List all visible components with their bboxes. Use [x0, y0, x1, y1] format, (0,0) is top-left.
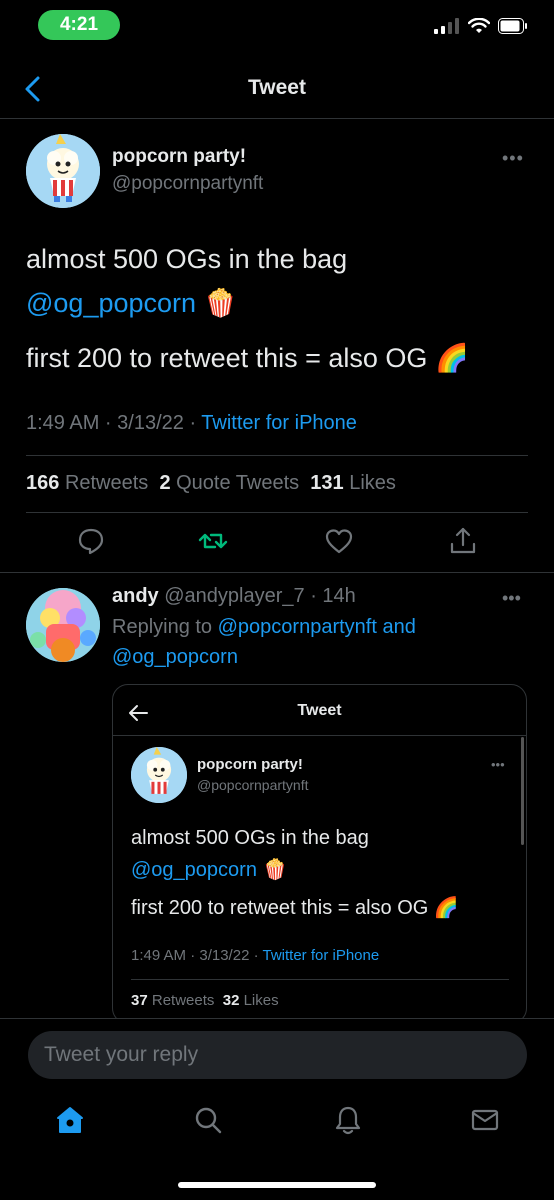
- tweet-divider: [0, 572, 554, 573]
- embed-text-line2: @og_popcorn 🍿: [131, 857, 287, 882]
- author-handle[interactable]: @popcornpartynft: [112, 173, 263, 195]
- replying-and: and: [376, 616, 416, 638]
- popcorn-emoji: 🍿: [262, 857, 288, 881]
- home-icon[interactable]: [54, 1104, 86, 1136]
- mention-link[interactable]: @og_popcorn: [26, 288, 196, 318]
- quotes-stat[interactable]: 2 Quote Tweets: [159, 472, 299, 494]
- wifi-icon: [468, 18, 490, 33]
- tweet-timestamp: 1:49 AM · 3/13/22 · Twitter for iPhone: [26, 412, 357, 435]
- embed-text-line1: almost 500 OGs in the bag: [131, 827, 369, 849]
- embed-mention: @og_popcorn: [131, 859, 257, 881]
- embed-stats-divider: [131, 979, 509, 980]
- popcorn-mascot-icon: [131, 747, 187, 803]
- embed-text-line3: first 200 to retweet this = also OG 🌈: [131, 895, 459, 920]
- replying-user-link[interactable]: @popcornpartynft: [218, 616, 377, 638]
- author-name[interactable]: popcorn party!: [112, 146, 246, 168]
- bell-icon[interactable]: [332, 1104, 364, 1136]
- avatar[interactable]: [26, 134, 100, 208]
- reply-author-name[interactable]: andy: [112, 585, 159, 607]
- retweets-count: 166: [26, 472, 60, 494]
- embed-text-line3-text: first 200 to retweet this = also OG: [131, 897, 429, 919]
- home-indicator: [178, 1182, 376, 1188]
- embed-title: Tweet: [297, 702, 342, 719]
- stats-divider-top: [26, 455, 528, 456]
- replying-to: Replying to @popcornpartynft and: [112, 616, 416, 639]
- quotes-count: 2: [159, 472, 171, 494]
- embed-source: Twitter for iPhone: [262, 947, 380, 964]
- quotes-label: Quote Tweets: [176, 472, 300, 494]
- tweet-actions: [0, 524, 554, 562]
- retweet-icon[interactable]: [196, 524, 230, 558]
- reply-input[interactable]: [28, 1031, 527, 1079]
- retweets-label: Retweets: [64, 472, 149, 494]
- tweet-text-line3: first 200 to retweet this = also OG 🌈: [26, 342, 469, 374]
- avatar[interactable]: [26, 588, 100, 662]
- status-time: 4:21: [38, 10, 120, 40]
- likes-label: Likes: [349, 472, 396, 494]
- tweet-text-line3-text: first 200 to retweet this = also OG: [26, 343, 428, 373]
- cellular-signal-icon: [434, 18, 459, 34]
- embed-divider: [113, 735, 526, 736]
- rainbow-emoji: 🌈: [434, 343, 469, 374]
- reply-handle-time[interactable]: @andyplayer_7 · 14h: [164, 585, 356, 607]
- embedded-screenshot[interactable]: Tweet popcorn party! @popcornpartynft ••…: [112, 684, 527, 1024]
- tweet-text-line1: almost 500 OGs in the bag: [26, 244, 348, 274]
- likes-count: 131: [310, 472, 344, 494]
- embed-likes-label: Likes: [243, 992, 279, 1009]
- embed-time: 1:49 AM · 3/13/22 ·: [131, 947, 263, 964]
- nav-divider: [0, 118, 554, 119]
- rainbow-emoji: 🌈: [433, 895, 459, 919]
- search-icon[interactable]: [192, 1104, 224, 1136]
- heart-icon[interactable]: [322, 524, 356, 558]
- more-horizontal-icon[interactable]: •••: [502, 148, 524, 169]
- embed-stats: 37 Retweets 32 Likes: [131, 992, 279, 1009]
- embed-retweets-count: 37: [131, 992, 148, 1009]
- retweets-stat[interactable]: 166 Retweets: [26, 472, 148, 494]
- embed-likes-count: 32: [222, 992, 240, 1009]
- avatar: [131, 747, 187, 803]
- replying-user-link[interactable]: @og_popcorn: [112, 646, 238, 669]
- more-horizontal-icon: •••: [491, 757, 505, 772]
- more-horizontal-icon[interactable]: •••: [502, 588, 521, 609]
- tweet-text-line2: @og_popcorn 🍿: [26, 287, 237, 319]
- page-title: Tweet: [248, 76, 306, 99]
- tweet-stats: 166 Retweets 2 Quote Tweets 131 Likes: [26, 472, 396, 495]
- tweet-time: 1:49 AM · 3/13/22 ·: [26, 412, 202, 434]
- embed-timestamp: 1:49 AM · 3/13/22 · Twitter for iPhone: [131, 947, 379, 964]
- comment-icon[interactable]: [74, 524, 108, 558]
- tweet-source-link[interactable]: Twitter for iPhone: [201, 412, 357, 434]
- embed-author-name: popcorn party!: [197, 756, 303, 773]
- embed-scrollbar: [521, 737, 524, 845]
- likes-stat[interactable]: 131 Likes: [310, 472, 396, 494]
- battery-icon: [498, 18, 527, 34]
- share-icon[interactable]: [446, 524, 480, 558]
- reply-header: andy @andyplayer_7 · 14h: [112, 585, 356, 608]
- stats-divider-bottom: [26, 512, 528, 513]
- embed-retweets-label: Retweets: [151, 992, 215, 1009]
- mail-icon[interactable]: [469, 1104, 501, 1136]
- popcorn-emoji: 🍿: [203, 288, 238, 319]
- composer-divider: [0, 1018, 554, 1019]
- status-icons: [434, 18, 528, 34]
- embed-author-handle: @popcornpartynft: [197, 777, 309, 793]
- psychedelic-avatar-icon: [26, 588, 100, 662]
- replying-prefix: Replying to: [112, 616, 218, 638]
- popcorn-mascot-icon: [26, 134, 100, 208]
